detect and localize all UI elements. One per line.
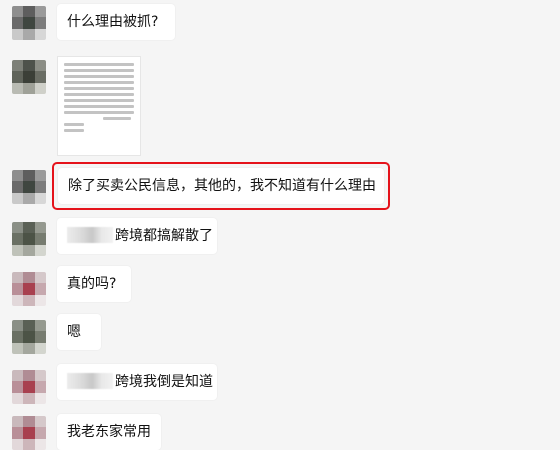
avatar[interactable]: [12, 370, 46, 404]
redacted-text: [67, 372, 113, 389]
message-text: 嗯: [67, 324, 81, 340]
avatar[interactable]: [12, 272, 46, 306]
message-text: 我老东家常用: [67, 424, 151, 440]
message-bubble[interactable]: 我老东家常用: [57, 414, 161, 450]
message-bubble[interactable]: 什么理由被抓?: [57, 4, 175, 40]
avatar[interactable]: [12, 320, 46, 354]
avatar[interactable]: [12, 6, 46, 40]
chat-window: 什么理由被抓? 除了买卖公民信息，其他的，我不知道有什么理由 跨境都搞解散了 真…: [0, 0, 560, 450]
avatar[interactable]: [12, 60, 46, 94]
avatar[interactable]: [12, 170, 46, 204]
message-text: 跨境都搞解散了: [115, 228, 213, 244]
message-bubble[interactable]: 跨境都搞解散了: [57, 218, 217, 254]
message-bubble[interactable]: 真的吗?: [57, 266, 131, 302]
message-bubble[interactable]: 嗯: [57, 314, 101, 350]
highlight-box: [52, 162, 390, 210]
avatar[interactable]: [12, 222, 46, 256]
avatar[interactable]: [12, 416, 46, 450]
message-text: 跨境我倒是知道: [115, 374, 213, 390]
document-image[interactable]: [57, 56, 141, 156]
redacted-text: [67, 226, 113, 243]
message-text: 什么理由被抓?: [67, 14, 159, 30]
message-text: 真的吗?: [67, 276, 117, 292]
message-bubble[interactable]: 跨境我倒是知道: [57, 364, 217, 400]
